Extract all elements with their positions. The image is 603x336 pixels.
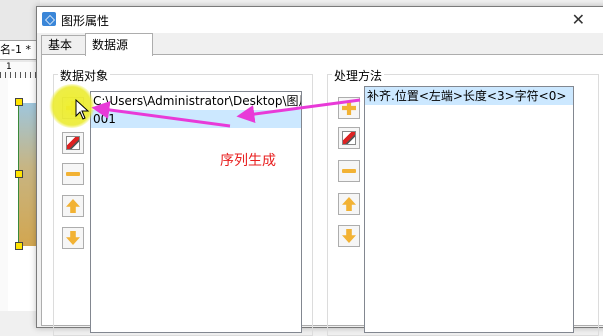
arrow-to-add-button xyxy=(91,100,231,128)
arrow-to-list-item xyxy=(236,98,361,124)
annotation-label: 序列生成 xyxy=(220,153,276,169)
tab-data-source[interactable]: 数据源 xyxy=(85,33,153,56)
mouse-cursor-icon xyxy=(75,98,90,120)
